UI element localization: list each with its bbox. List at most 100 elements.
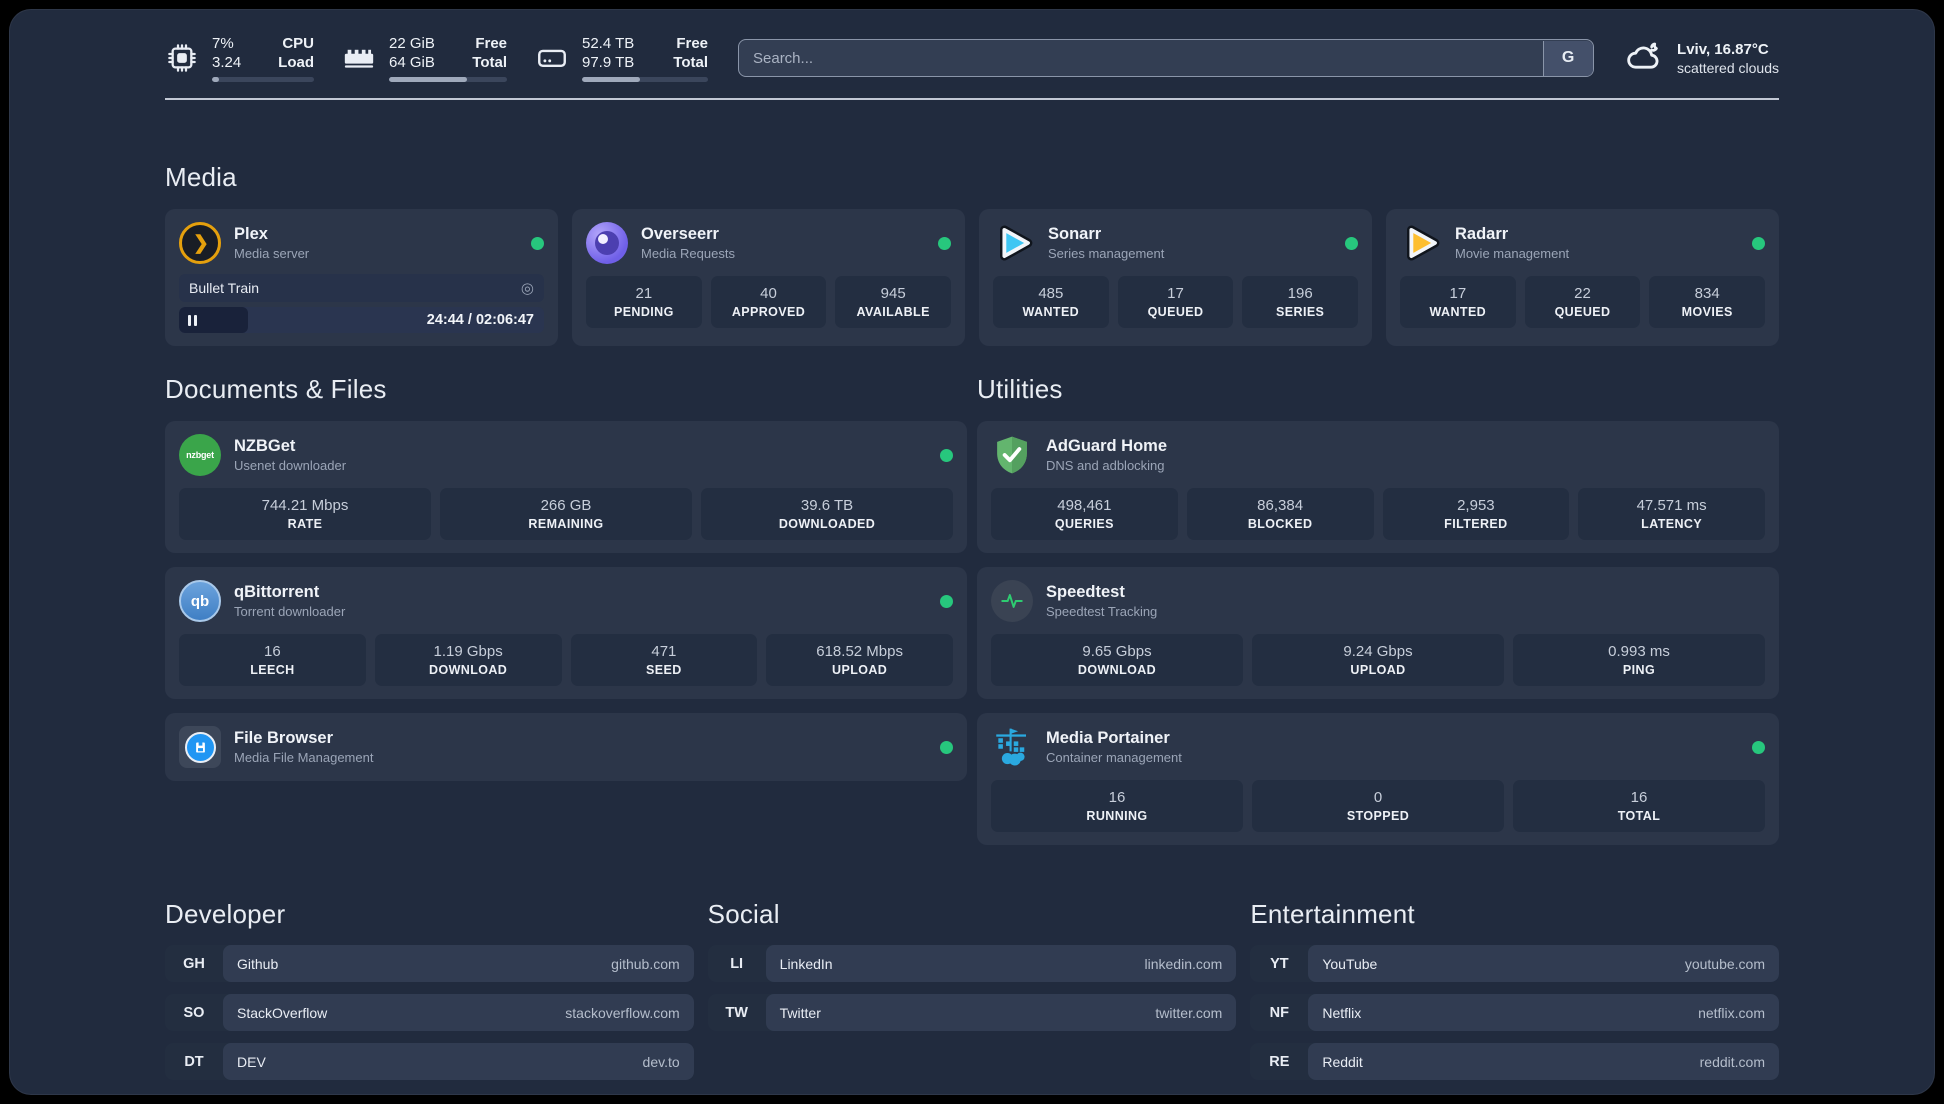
qbittorrent-name: qBittorrent <box>234 583 320 601</box>
bookmark-reddit[interactable]: RE Reddit reddit.com <box>1250 1043 1779 1080</box>
nzbget-stat-remaining: 266 GB REMAINING <box>440 488 692 540</box>
overseerr-status-indicator <box>938 236 951 250</box>
radarr-card[interactable]: Radarr Movie management 17 WANTED 22 QUEUE… <box>1386 209 1779 346</box>
speedtest-icon <box>991 580 1033 622</box>
portainer-card[interactable]: Media Portainer Container management 16 R… <box>977 713 1779 845</box>
overseerr-name: Overseerr <box>641 225 719 243</box>
sonarr-status-indicator <box>1345 236 1358 250</box>
disk-free-value: 52.4 TB <box>582 35 635 52</box>
ram-free-label: Free <box>475 35 507 52</box>
bookmark-abbr: TW <box>725 1004 748 1021</box>
portainer-name: Media Portainer <box>1046 729 1170 747</box>
plex-subtitle: Media server <box>234 246 310 261</box>
bookmark-abbr: DT <box>184 1053 204 1070</box>
disk-total-label: Total <box>673 54 708 71</box>
bookmark-github[interactable]: GH Github github.com <box>165 945 694 982</box>
filebrowser-subtitle: Media File Management <box>234 750 374 765</box>
nzbget-name: NZBGet <box>234 437 296 455</box>
radarr-stat-wanted: 17 WANTED <box>1400 276 1516 328</box>
nzbget-icon: nzbget <box>179 434 221 476</box>
speedtest-card[interactable]: Speedtest Speedtest Tracking 9.65 Gbps DO… <box>977 567 1779 699</box>
overseerr-subtitle: Media Requests <box>641 246 735 261</box>
qbittorrent-card[interactable]: qb qBittorrent Torrent downloader 16 LEEC… <box>165 567 967 699</box>
qbittorrent-stat-upload: 618.52 Mbps UPLOAD <box>766 634 953 686</box>
adguard-stat-filtered: 2,953 FILTERED <box>1382 488 1570 540</box>
portainer-subtitle: Container management <box>1046 750 1182 765</box>
section-title-developer: Developer <box>165 899 286 929</box>
section-title-media: Media <box>165 162 237 192</box>
documents-column: Documents & Files nzbget NZBGet Usenet d… <box>165 374 967 845</box>
bookmark-twitter[interactable]: TW Twitter twitter.com <box>707 994 1237 1031</box>
bookmark-abbr: RE <box>1269 1053 1290 1070</box>
bookmark-name: DEV <box>237 1053 266 1070</box>
bookmark-name: Reddit <box>1322 1053 1363 1070</box>
bookmark-name: StackOverflow <box>237 1004 328 1021</box>
utilities-column: Utilities AdGuard Home DNS and adblockin… <box>977 374 1779 845</box>
plex-status-indicator <box>531 236 544 250</box>
search-provider-button[interactable]: G <box>1542 40 1593 76</box>
cpu-stat-group: 7% 3.24 CPU Load <box>165 34 314 82</box>
adguard-stat-latency: 47.571 ms LATENCY <box>1578 488 1765 540</box>
bookmark-url: stackoverflow.com <box>565 1004 680 1021</box>
adguard-subtitle: DNS and adblocking <box>1046 458 1165 473</box>
filebrowser-icon <box>179 726 221 768</box>
bookmark-netflix[interactable]: NF Netflix netflix.com <box>1250 994 1779 1031</box>
nzbget-card[interactable]: nzbget NZBGet Usenet downloader 744.21 M… <box>165 421 967 553</box>
pause-icon[interactable] <box>188 314 197 326</box>
cpu-usage-value: 7% <box>212 35 234 52</box>
playback-progress-bar[interactable]: 24:44 / 02:06:47 <box>179 307 544 333</box>
search-input[interactable] <box>738 39 1595 77</box>
bookmark-name: LinkedIn <box>779 955 833 972</box>
radarr-stat-movies: 834 MOVIES <box>1649 276 1766 328</box>
plex-card[interactable]: ❯ Plex Media server Bullet Train ◎ 24:44… <box>165 209 558 346</box>
overseerr-icon <box>586 222 628 264</box>
bookmark-youtube[interactable]: YT YouTube youtube.com <box>1250 945 1779 982</box>
portainer-status-indicator <box>1752 740 1765 754</box>
search-bar: G <box>738 39 1595 77</box>
bookmark-name: YouTube <box>1322 955 1378 972</box>
section-title-social: Social <box>707 899 780 929</box>
plex-icon: ❯ <box>179 222 221 264</box>
filebrowser-name: File Browser <box>234 729 334 747</box>
bookmark-dev[interactable]: DT DEV dev.to <box>165 1043 694 1080</box>
bookmark-url: twitter.com <box>1155 1004 1223 1021</box>
qbittorrent-stat-seed: 471 SEED <box>570 634 758 686</box>
bookmark-abbr: SO <box>183 1004 205 1021</box>
entertainment-section: Entertainment YT YouTube youtube.com NF … <box>1250 899 1779 1080</box>
portainer-stat-running: 16 RUNNING <box>991 780 1243 832</box>
adguard-icon <box>991 434 1033 476</box>
dashboard-panel: 7% 3.24 CPU Load 22 GiB 64 GiB Free Tota… <box>9 9 1935 1095</box>
sonarr-card[interactable]: Sonarr Series management 485 WANTED 17 QUE… <box>979 209 1372 346</box>
sonarr-name: Sonarr <box>1048 225 1102 243</box>
bookmark-url: dev.to <box>642 1053 680 1070</box>
sonarr-icon <box>993 222 1035 264</box>
overseerr-stat-approved: 40 APPROVED <box>710 276 827 328</box>
radarr-name: Radarr <box>1455 225 1509 243</box>
bookmark-url: linkedin.com <box>1144 955 1223 972</box>
bookmark-url: netflix.com <box>1698 1004 1765 1021</box>
filebrowser-card[interactable]: File Browser Media File Management <box>165 713 967 781</box>
bookmark-abbr: GH <box>183 955 205 972</box>
bookmark-url: github.com <box>611 955 680 972</box>
ram-progress-bar <box>389 77 507 82</box>
sonarr-stat-wanted: 485 WANTED <box>993 276 1109 328</box>
bookmark-name: Twitter <box>779 1004 821 1021</box>
overseerr-card[interactable]: Overseerr Media Requests 21 PENDING 40 APP… <box>572 209 965 346</box>
sonarr-stat-series: 196 SERIES <box>1242 276 1359 328</box>
bookmark-url: youtube.com <box>1684 955 1765 972</box>
speedtest-stat-upload: 9.24 Gbps UPLOAD <box>1252 634 1504 686</box>
bookmark-linkedin[interactable]: LI LinkedIn linkedin.com <box>707 945 1237 982</box>
portainer-stat-stopped: 0 STOPPED <box>1252 780 1504 832</box>
playback-time: 24:44 / 02:06:47 <box>426 312 534 328</box>
now-playing-title: Bullet Train <box>189 280 260 296</box>
radarr-stat-queued: 22 QUEUED <box>1524 276 1641 328</box>
nzbget-stat-downloaded: 39.6 TB DOWNLOADED <box>701 488 953 540</box>
nzbget-stat-rate: 744.21 Mbps RATE <box>179 488 431 540</box>
bookmark-abbr: YT <box>1270 955 1289 972</box>
plex-now-playing: Bullet Train ◎ 24:44 / 02:06:47 <box>179 274 544 333</box>
now-playing-settings-icon[interactable]: ◎ <box>521 279 534 297</box>
speedtest-subtitle: Speedtest Tracking <box>1046 604 1158 619</box>
bookmark-stackoverflow[interactable]: SO StackOverflow stackoverflow.com <box>165 994 694 1031</box>
adguard-card[interactable]: AdGuard Home DNS and adblocking 498,461 Q… <box>977 421 1779 553</box>
bookmark-url: reddit.com <box>1699 1053 1765 1070</box>
